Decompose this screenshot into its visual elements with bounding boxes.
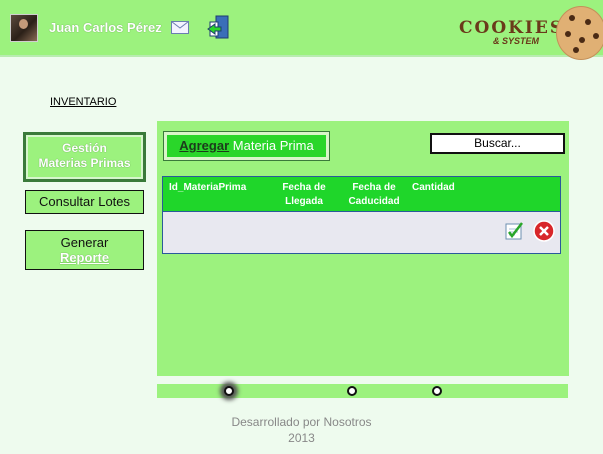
column-header-cantidad: Cantidad (412, 182, 455, 193)
page-dot-3[interactable] (432, 386, 442, 396)
column-header-id: Id_MateriaPrima (169, 182, 247, 193)
footer: Desarrollado por Nosotros 2013 (0, 414, 603, 446)
column-header-fecha-caducidad: Fecha de Caducidad (348, 182, 400, 207)
user-name: Juan Carlos Pérez (49, 20, 162, 35)
logo-text: COOKIES (459, 18, 565, 38)
materias-primas-table: Id_MateriaPrima Fecha de Llegada Fecha d… (162, 176, 561, 254)
agregar-label-suffix: Materia Prima (229, 138, 314, 153)
app-header: Juan Carlos Pérez COOKIES & SYSTEM (0, 0, 603, 60)
column-header-fecha-llegada: Fecha de Llegada (282, 182, 326, 207)
edit-icon[interactable] (504, 221, 524, 241)
gestion-materias-primas-button[interactable]: Gestión Materias Primas (23, 132, 146, 182)
mail-icon[interactable] (171, 21, 189, 34)
page-dot-2[interactable] (347, 386, 357, 396)
cookies-system-logo: COOKIES & SYSTEM (453, 6, 603, 60)
delete-icon[interactable] (533, 220, 555, 242)
generar-label-line2: Reporte (59, 250, 110, 265)
agregar-materia-prima-button[interactable]: Agregar Materia Prima (163, 131, 330, 161)
logout-icon[interactable] (206, 14, 232, 42)
logo-subtitle: & SYSTEM (493, 36, 540, 46)
generar-reporte-button[interactable]: Generar Reporte (25, 230, 144, 270)
section-title[interactable]: INVENTARIO (50, 96, 116, 108)
avatar[interactable] (10, 14, 38, 42)
agregar-label-prefix: Agregar (179, 138, 230, 153)
footer-credit: Desarrollado por Nosotros (231, 415, 372, 429)
page-dot-1[interactable] (224, 386, 234, 396)
footer-year: 2013 (288, 431, 315, 445)
header-content: Juan Carlos Pérez COOKIES & SYSTEM (6, 6, 603, 60)
generar-label-line1: Generar (60, 235, 109, 250)
gestion-label-line1: Gestión (62, 141, 107, 155)
pagination-bar (157, 384, 568, 398)
search-input[interactable]: Buscar... (430, 133, 565, 154)
gestion-label-line2: Materias Primas (38, 156, 131, 170)
consultar-lotes-button[interactable]: Consultar Lotes (25, 190, 144, 214)
table-header: Id_MateriaPrima Fecha de Llegada Fecha d… (163, 177, 560, 212)
cookie-icon (556, 6, 603, 60)
